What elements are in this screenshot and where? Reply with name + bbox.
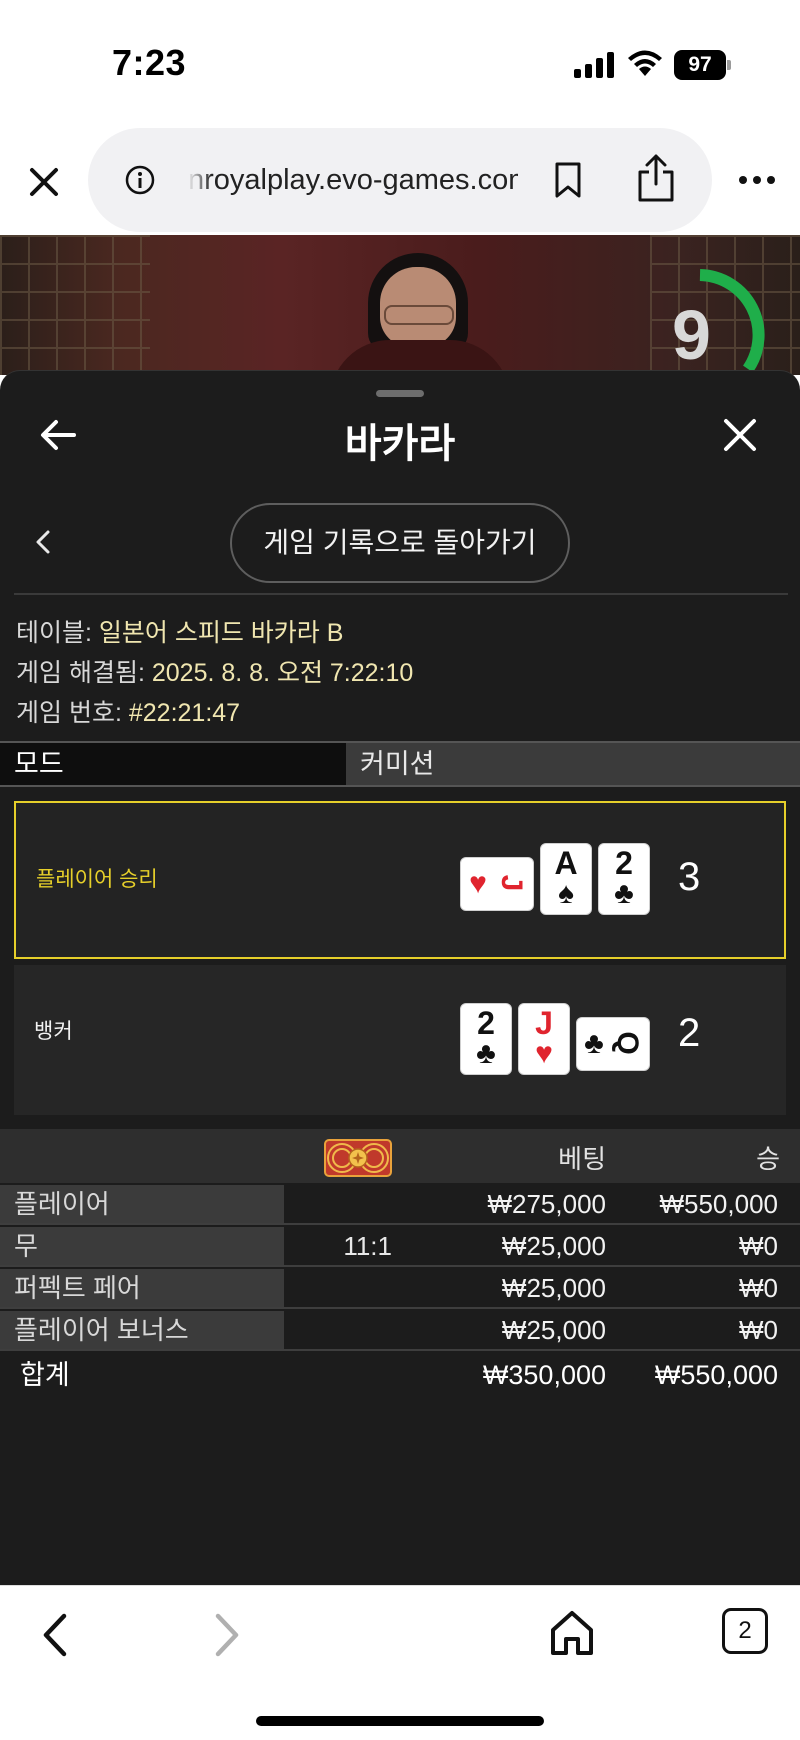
live-video: 9 (0, 235, 800, 375)
home-icon[interactable] (548, 1608, 596, 1658)
bet-win: ₩0 (739, 1273, 778, 1303)
status-time: 7:23 (112, 42, 187, 83)
column-bet: 베팅 (558, 1144, 606, 1174)
card-rank: Q (611, 1031, 644, 1055)
status-bar: 7:23 97 (0, 0, 800, 120)
bookmark-icon[interactable] (553, 161, 583, 199)
decor-lattice-left (0, 235, 150, 375)
battery-icon: 97 (674, 50, 731, 80)
total-row: 합계 ₩350,000 ₩550,000 (0, 1353, 800, 1397)
bet-amount: ₩25,000 (501, 1231, 606, 1261)
browser-toolbar: nroyalplay.evo-games.com (0, 120, 800, 235)
bet-win: ₩0 (739, 1231, 778, 1261)
card-rank: J (495, 874, 528, 892)
bet-amount: ₩25,000 (501, 1315, 606, 1345)
panel-title: 바카라 (344, 422, 456, 466)
timer-number: 9 (672, 296, 711, 374)
playing-card: J ♥ (518, 1003, 570, 1075)
close-icon[interactable] (22, 160, 66, 204)
share-icon[interactable] (636, 152, 676, 204)
bet-win: ₩0 (739, 1315, 778, 1345)
bet-row: 플레이어 보너스 ₩25,000 ₩0 (0, 1311, 800, 1351)
bet-row: 플레이어 ₩275,000 ₩550,000 (0, 1185, 800, 1225)
bet-name: 플레이어 보너스 (0, 1311, 284, 1349)
back-to-history-button[interactable]: 게임 기록으로 돌아가기 (230, 503, 570, 583)
commission-label: 커미션 (360, 749, 435, 779)
player-total: 3 (678, 855, 701, 899)
bet-win: ₩550,000 (659, 1189, 778, 1219)
card-suit: ♥ (535, 1037, 553, 1070)
chevron-left-icon[interactable] (36, 1610, 76, 1660)
info-icon[interactable] (124, 164, 156, 196)
url-text[interactable]: nroyalplay.evo-games.com (188, 160, 518, 200)
chip-icon (324, 1139, 392, 1177)
browser-bottom-bar: 2 (0, 1585, 800, 1740)
card-suit: ♣ (614, 877, 634, 910)
player-result: 플레이어 승리 J ♥ A ♠ 2 ♣ 3 (14, 801, 786, 959)
divider (14, 593, 788, 595)
card-suit: ♠ (558, 877, 574, 910)
mode-row: 모드 커미션 (0, 741, 800, 787)
bet-odds: 11:1 (343, 1231, 392, 1261)
chevron-left-icon[interactable] (30, 527, 56, 557)
banker-total: 2 (678, 1011, 701, 1055)
info-table: 테이블: 일본어 스피드 바카라 B (16, 619, 344, 647)
total-win: ₩550,000 (654, 1360, 778, 1390)
home-indicator[interactable] (256, 1716, 544, 1726)
bet-row: 퍼펙트 페어 ₩25,000 ₩0 (0, 1269, 800, 1309)
card-rank: A (554, 845, 578, 881)
playing-card: A ♠ (540, 843, 592, 915)
playing-card: 2 ♣ (460, 1003, 512, 1075)
card-rank: 2 (477, 1005, 495, 1041)
mode-label: 모드 (0, 743, 346, 785)
bet-name: 무 (0, 1227, 284, 1265)
playing-card: J ♥ (460, 857, 534, 911)
address-bar[interactable]: nroyalplay.evo-games.com (88, 128, 712, 232)
bet-amount: ₩25,000 (501, 1273, 606, 1303)
bet-row: 무 11:1 ₩25,000 ₩0 (0, 1227, 800, 1267)
wifi-icon (628, 50, 662, 76)
card-suit: ♣ (584, 1027, 604, 1060)
card-rank: J (535, 1005, 553, 1041)
drag-handle[interactable] (376, 390, 424, 397)
card-suit: ♣ (476, 1037, 496, 1070)
info-game-number: 게임 번호: #22:21:47 (16, 699, 241, 727)
signal-icon (574, 52, 614, 78)
column-win: 승 (756, 1144, 780, 1174)
banker-result-label: 뱅커 (34, 1020, 73, 1043)
playing-card: 2 ♣ (598, 843, 650, 915)
card-rank: 2 (615, 845, 633, 881)
total-bet: ₩350,000 (482, 1360, 606, 1390)
game-detail-panel: 바카라 게임 기록으로 돌아가기 테이블: 일본어 스피드 바카라 B 게임 해… (0, 370, 800, 1585)
card-suit: ♥ (469, 867, 487, 900)
player-result-label: 플레이어 승리 (36, 868, 158, 891)
close-icon[interactable] (720, 415, 760, 455)
banker-result: 뱅커 2 ♣ J ♥ Q ♣ 2 (14, 965, 786, 1115)
bet-name: 플레이어 (0, 1185, 284, 1223)
total-label: 합계 (20, 1360, 70, 1390)
bet-name: 퍼펙트 페어 (0, 1269, 284, 1307)
more-icon[interactable] (738, 174, 776, 186)
playing-card: Q ♣ (576, 1017, 650, 1071)
bets-header: 베팅 승 (0, 1129, 800, 1183)
battery-level: 97 (674, 50, 726, 80)
chevron-right-icon[interactable] (206, 1610, 246, 1660)
info-resolved: 게임 해결됨: 2025. 8. 8. 오전 7:22:10 (16, 659, 414, 687)
tabs-icon[interactable]: 2 (722, 1608, 768, 1654)
bet-amount: ₩275,000 (487, 1189, 606, 1219)
